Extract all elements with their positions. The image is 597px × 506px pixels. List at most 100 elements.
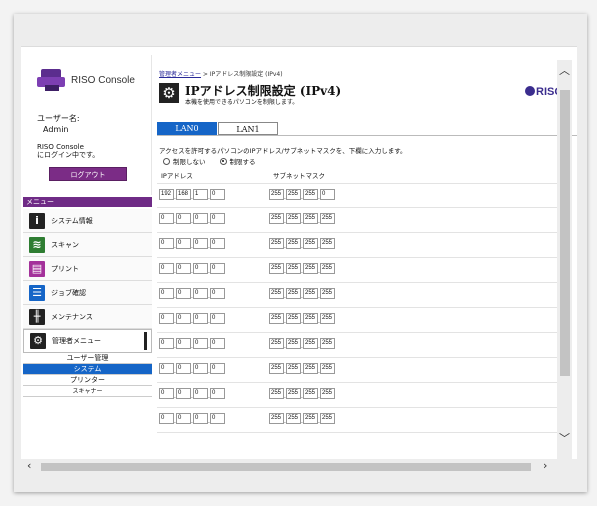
subnet-octet-input[interactable]: 255 bbox=[320, 338, 335, 349]
ip-octet-input[interactable]: 192 bbox=[159, 189, 174, 200]
ip-octet-input[interactable]: 0 bbox=[193, 288, 208, 299]
submenu-item-printer[interactable]: プリンター bbox=[23, 375, 152, 386]
vertical-scrollbar[interactable]: ︿ ﹀ bbox=[557, 60, 572, 459]
ip-octet-input[interactable]: 0 bbox=[176, 263, 191, 274]
ip-octet-input[interactable]: 0 bbox=[210, 213, 225, 224]
breadcrumb-link-admin-menu[interactable]: 管理者メニュー bbox=[159, 71, 201, 78]
ip-octet-input[interactable]: 0 bbox=[159, 288, 174, 299]
subnet-octet-input[interactable]: 255 bbox=[269, 288, 284, 299]
sidebar-item-job-check[interactable]: ☰ ジョブ確認 bbox=[23, 281, 152, 305]
subnet-octet-input[interactable]: 255 bbox=[320, 313, 335, 324]
subnet-octet-input[interactable]: 255 bbox=[286, 263, 301, 274]
subnet-octet-input[interactable]: 255 bbox=[320, 213, 335, 224]
ip-octet-input[interactable]: 0 bbox=[159, 313, 174, 324]
sidebar-item-admin-menu[interactable]: ⚙ 管理者メニュー bbox=[23, 329, 152, 353]
ip-octet-input[interactable]: 0 bbox=[210, 363, 225, 374]
subnet-octet-input[interactable]: 255 bbox=[303, 413, 318, 424]
ip-octet-input[interactable]: 0 bbox=[210, 288, 225, 299]
subnet-octet-input[interactable]: 255 bbox=[303, 238, 318, 249]
subnet-octet-input[interactable]: 255 bbox=[286, 313, 301, 324]
ip-octet-input[interactable]: 168 bbox=[176, 189, 191, 200]
subnet-octet-input[interactable]: 255 bbox=[320, 263, 335, 274]
ip-octet-input[interactable]: 0 bbox=[210, 263, 225, 274]
subnet-octet-input[interactable]: 255 bbox=[303, 288, 318, 299]
subnet-octet-input[interactable]: 255 bbox=[303, 213, 318, 224]
subnet-octet-input[interactable]: 255 bbox=[320, 388, 335, 399]
logout-button[interactable]: ログアウト bbox=[49, 167, 127, 181]
ip-octet-input[interactable]: 0 bbox=[176, 338, 191, 349]
subnet-octet-input[interactable]: 255 bbox=[269, 238, 284, 249]
ip-octet-input[interactable]: 0 bbox=[193, 413, 208, 424]
ip-octet-input[interactable]: 0 bbox=[159, 363, 174, 374]
radio-restrict[interactable]: 制限する bbox=[219, 156, 256, 166]
subnet-octet-input[interactable]: 255 bbox=[269, 189, 284, 200]
ip-octet-input[interactable]: 0 bbox=[193, 263, 208, 274]
ip-octet-input[interactable]: 0 bbox=[193, 313, 208, 324]
subnet-octet-input[interactable]: 255 bbox=[269, 413, 284, 424]
ip-octet-input[interactable]: 0 bbox=[176, 413, 191, 424]
subnet-octet-input[interactable]: 255 bbox=[286, 238, 301, 249]
subnet-octet-input[interactable]: 255 bbox=[303, 263, 318, 274]
ip-octet-input[interactable]: 0 bbox=[193, 363, 208, 374]
ip-octet-input[interactable]: 0 bbox=[193, 338, 208, 349]
subnet-octet-input[interactable]: 255 bbox=[303, 313, 318, 324]
horizontal-scrollbar[interactable]: ‹ › bbox=[21, 459, 557, 473]
ip-octet-input[interactable]: 0 bbox=[159, 213, 174, 224]
subnet-octet-input[interactable]: 255 bbox=[286, 363, 301, 374]
subnet-octet-input[interactable]: 255 bbox=[286, 338, 301, 349]
sidebar-item-system-info[interactable]: i システム情報 bbox=[23, 209, 152, 233]
tab-lan0[interactable]: LAN0 bbox=[157, 122, 217, 135]
ip-octet-input[interactable]: 0 bbox=[176, 213, 191, 224]
subnet-octet-input[interactable]: 255 bbox=[303, 189, 318, 200]
subnet-octet-input[interactable]: 255 bbox=[286, 388, 301, 399]
subnet-octet-input[interactable]: 255 bbox=[303, 338, 318, 349]
subnet-octet-input[interactable]: 255 bbox=[303, 388, 318, 399]
ip-octet-input[interactable]: 0 bbox=[193, 388, 208, 399]
ip-octet-input[interactable]: 0 bbox=[210, 413, 225, 424]
radio-circle[interactable] bbox=[163, 157, 170, 165]
subnet-octet-input[interactable]: 255 bbox=[269, 313, 284, 324]
ip-octet-input[interactable]: 0 bbox=[210, 189, 225, 200]
ip-octet-input[interactable]: 0 bbox=[210, 313, 225, 324]
ip-octet-input[interactable]: 0 bbox=[193, 238, 208, 249]
scroll-up-arrow-icon[interactable]: ︿ bbox=[559, 62, 570, 78]
subnet-octet-input[interactable]: 0 bbox=[320, 189, 335, 200]
subnet-octet-input[interactable]: 255 bbox=[286, 288, 301, 299]
subnet-octet-input[interactable]: 255 bbox=[320, 363, 335, 374]
horizontal-scroll-thumb[interactable] bbox=[41, 463, 531, 471]
submenu-item-system[interactable]: システム bbox=[23, 364, 152, 375]
tab-lan1[interactable]: LAN1 bbox=[218, 122, 278, 135]
submenu-item-user-management[interactable]: ユーザー管理 bbox=[23, 353, 152, 364]
submenu-item-scanner[interactable]: スキャナー bbox=[23, 386, 152, 397]
ip-octet-input[interactable]: 0 bbox=[176, 313, 191, 324]
ip-octet-input[interactable]: 0 bbox=[176, 238, 191, 249]
subnet-octet-input[interactable]: 255 bbox=[269, 388, 284, 399]
subnet-octet-input[interactable]: 255 bbox=[269, 213, 284, 224]
scroll-down-arrow-icon[interactable]: ﹀ bbox=[559, 430, 570, 446]
subnet-octet-input[interactable]: 255 bbox=[269, 263, 284, 274]
sidebar-item-maintenance[interactable]: ╫ メンテナンス bbox=[23, 305, 152, 329]
subnet-octet-input[interactable]: 255 bbox=[269, 363, 284, 374]
ip-octet-input[interactable]: 0 bbox=[210, 238, 225, 249]
sidebar-item-scan[interactable]: ≋ スキャン bbox=[23, 233, 152, 257]
ip-octet-input[interactable]: 0 bbox=[159, 413, 174, 424]
ip-octet-input[interactable]: 1 bbox=[193, 189, 208, 200]
subnet-octet-input[interactable]: 255 bbox=[303, 363, 318, 374]
ip-octet-input[interactable]: 0 bbox=[159, 338, 174, 349]
subnet-octet-input[interactable]: 255 bbox=[320, 413, 335, 424]
radio-circle-checked[interactable] bbox=[219, 157, 227, 165]
scroll-right-arrow-icon[interactable]: › bbox=[543, 459, 547, 472]
ip-octet-input[interactable]: 0 bbox=[159, 388, 174, 399]
scroll-left-arrow-icon[interactable]: ‹ bbox=[27, 459, 31, 472]
ip-octet-input[interactable]: 0 bbox=[176, 288, 191, 299]
vertical-scroll-thumb[interactable] bbox=[560, 90, 570, 376]
subnet-octet-input[interactable]: 255 bbox=[269, 338, 284, 349]
ip-octet-input[interactable]: 0 bbox=[159, 238, 174, 249]
radio-no-restriction[interactable]: 制限しない bbox=[163, 156, 206, 166]
ip-octet-input[interactable]: 0 bbox=[210, 338, 225, 349]
ip-octet-input[interactable]: 0 bbox=[210, 388, 225, 399]
subnet-octet-input[interactable]: 255 bbox=[286, 413, 301, 424]
sidebar-item-print[interactable]: ▤ プリント bbox=[23, 257, 152, 281]
subnet-octet-input[interactable]: 255 bbox=[286, 213, 301, 224]
ip-octet-input[interactable]: 0 bbox=[176, 363, 191, 374]
